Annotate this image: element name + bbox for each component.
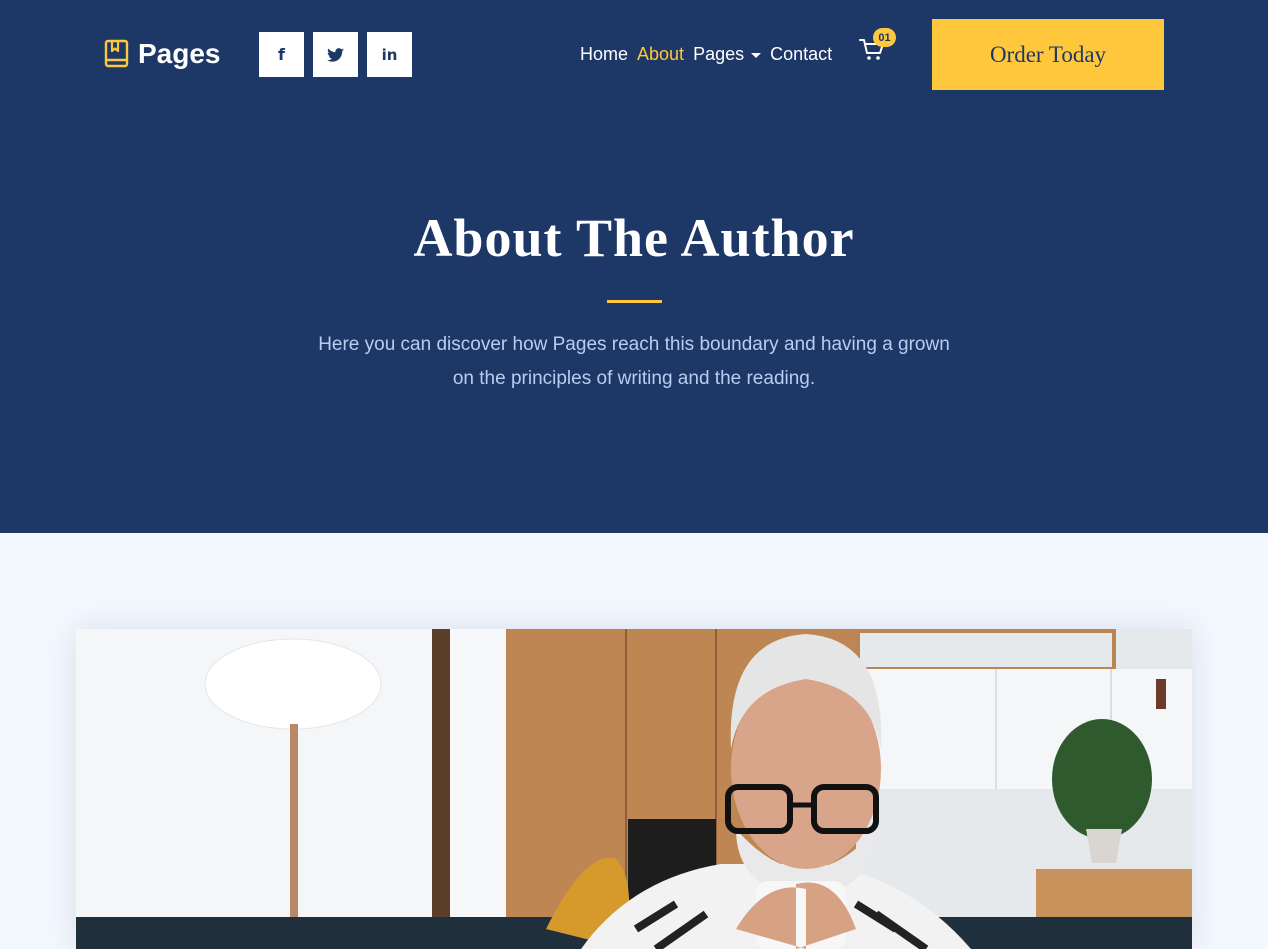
page-title: About The Author xyxy=(413,208,855,268)
page-subtitle: Here you can discover how Pages reach th… xyxy=(318,334,950,389)
nav-pages-label: Pages xyxy=(693,44,745,64)
author-photo-illustration xyxy=(76,629,1192,949)
title-divider xyxy=(607,300,662,303)
twitter-button[interactable] xyxy=(313,32,358,77)
order-today-button[interactable]: Order Today xyxy=(932,19,1164,90)
twitter-icon xyxy=(327,47,344,62)
nav-contact[interactable]: Contact xyxy=(770,42,832,66)
facebook-button[interactable]: f xyxy=(259,32,304,77)
linkedin-icon: in xyxy=(381,45,398,64)
facebook-icon: f xyxy=(278,45,285,64)
author-photo xyxy=(76,629,1192,949)
main-nav: Home About Pages Contact xyxy=(580,42,832,66)
chevron-down-icon xyxy=(751,52,762,58)
brand-logo[interactable]: Pages xyxy=(104,38,221,70)
book-icon xyxy=(104,39,129,68)
nav-about[interactable]: About xyxy=(637,42,684,66)
brand-name: Pages xyxy=(138,38,221,69)
social-links: f in xyxy=(259,32,412,77)
nav-pages-dropdown[interactable]: Pages xyxy=(693,42,762,66)
linkedin-button[interactable]: in xyxy=(367,32,412,77)
cart-count-badge: 01 xyxy=(873,28,896,47)
hero-section: Pages f in Home About Pages Contact 01 O… xyxy=(0,0,1268,533)
nav-home[interactable]: Home xyxy=(580,42,628,66)
